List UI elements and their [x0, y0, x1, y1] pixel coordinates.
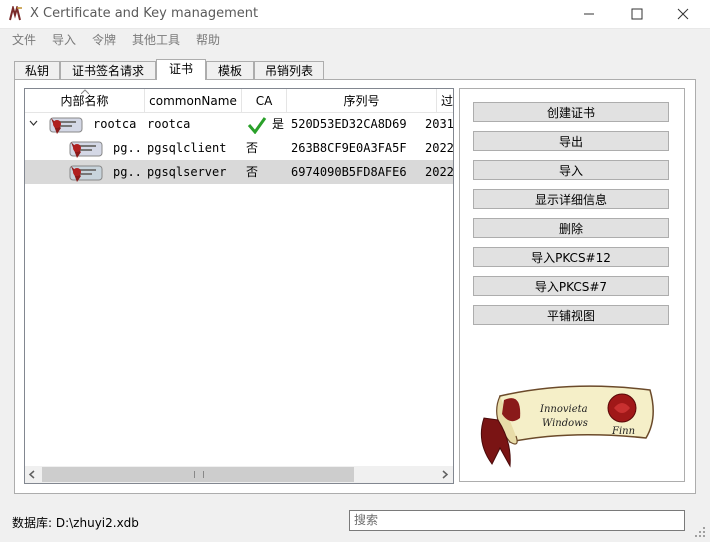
expand-chevron-icon: [29, 120, 38, 126]
checkmark-icon: [247, 117, 267, 134]
menu-token[interactable]: 令牌: [92, 31, 116, 48]
import-button[interactable]: 导入: [473, 160, 669, 180]
column-header-serial[interactable]: 序列号: [287, 89, 437, 113]
cert-common-name: pgsqlserver: [147, 165, 227, 179]
xca-scroll-logo: Innovieta Windows Finn: [480, 385, 654, 468]
logo-text-1: Innovieta: [539, 404, 588, 415]
column-header-expiry[interactable]: 过: [437, 89, 453, 113]
column-header-commonname[interactable]: commonName: [145, 89, 242, 113]
minimize-button[interactable]: [566, 0, 612, 28]
cert-serial: 263B8CF9E0A3FA5F: [291, 141, 407, 155]
menu-import[interactable]: 导入: [52, 31, 76, 48]
tab-templates[interactable]: 模板: [206, 61, 254, 80]
resize-grip-icon[interactable]: [694, 526, 706, 538]
column-header-ca[interactable]: CA: [242, 89, 287, 113]
scroll-right-icon[interactable]: [441, 470, 449, 479]
cert-internal-name: rootca: [93, 117, 137, 131]
export-button[interactable]: 导出: [473, 131, 669, 151]
cert-common-name: rootca: [147, 117, 191, 131]
logo-text-3: Finn: [611, 426, 635, 437]
certificate-tree[interactable]: 内部名称 commonName CA 序列号 过 rootca rootca 是…: [24, 88, 454, 484]
tree-row-pgsqlclient[interactable]: pg... pgsqlclient 否 263B8CF9E0A3FA5F 202…: [25, 136, 453, 160]
scroll-left-icon[interactable]: [28, 470, 36, 479]
cert-ca-flag: 是: [272, 117, 285, 131]
maximize-button[interactable]: [614, 0, 660, 28]
menu-bar: 文件 导入 令牌 其他工具 帮助: [0, 28, 710, 50]
tree-row-pgsqlserver[interactable]: pg... pgsqlserver 否 6974090B5FD8AFE6 202…: [25, 160, 453, 184]
minimize-icon: [584, 13, 594, 15]
cert-ca-flag: 否: [246, 165, 259, 179]
tab-private-keys[interactable]: 私钥: [14, 61, 60, 80]
import-pkcs7-button[interactable]: 导入PKCS#7: [473, 276, 669, 296]
cert-serial: 520D53ED32CA8D69: [291, 117, 407, 131]
close-icon: [677, 8, 689, 20]
title-bar: X Certificate and Key management: [0, 0, 710, 29]
cert-serial: 6974090B5FD8AFE6: [291, 165, 407, 179]
show-details-button[interactable]: 显示详细信息: [473, 189, 669, 209]
menu-file[interactable]: 文件: [12, 31, 36, 48]
cert-internal-name: pg...: [113, 165, 143, 179]
horizontal-scrollbar[interactable]: [25, 466, 453, 483]
delete-button[interactable]: 删除: [473, 218, 669, 238]
import-pkcs12-button[interactable]: 导入PKCS#12: [473, 247, 669, 267]
sort-arrow-icon: [81, 89, 89, 94]
cert-expiry: 2022: [425, 165, 453, 179]
cert-ca-flag: 否: [246, 141, 259, 155]
cert-expiry: 2022: [425, 141, 453, 155]
close-button[interactable]: [660, 0, 706, 28]
cert-common-name: pgsqlclient: [147, 141, 227, 155]
cert-internal-name: pg...: [113, 141, 143, 155]
search-input[interactable]: 搜索: [349, 510, 685, 531]
maximize-icon: [631, 8, 643, 20]
cert-expiry: 2031: [425, 117, 453, 131]
tab-csr[interactable]: 证书签名请求: [60, 61, 156, 80]
menu-help[interactable]: 帮助: [196, 31, 220, 48]
logo-text-2: Windows: [542, 418, 588, 429]
tab-revocation-lists[interactable]: 吊销列表: [254, 61, 324, 80]
tab-certificates[interactable]: 证书: [156, 59, 206, 80]
certificate-icon: [49, 117, 83, 134]
certificate-icon: [69, 141, 103, 158]
database-path: 数据库: D:\zhuyi2.xdb: [12, 516, 139, 530]
scrollbar-thumb[interactable]: [42, 467, 354, 482]
column-header-internal-name[interactable]: 内部名称: [25, 89, 145, 113]
menu-other-tools[interactable]: 其他工具: [132, 31, 180, 48]
flat-view-button[interactable]: 平铺视图: [473, 305, 669, 325]
tree-row-rootca[interactable]: rootca rootca 是 520D53ED32CA8D69 2031: [25, 112, 453, 136]
xca-app-icon: [9, 6, 22, 21]
create-certificate-button[interactable]: 创建证书: [473, 102, 669, 122]
window-title: X Certificate and Key management: [30, 6, 259, 21]
certificate-icon: [69, 165, 103, 182]
